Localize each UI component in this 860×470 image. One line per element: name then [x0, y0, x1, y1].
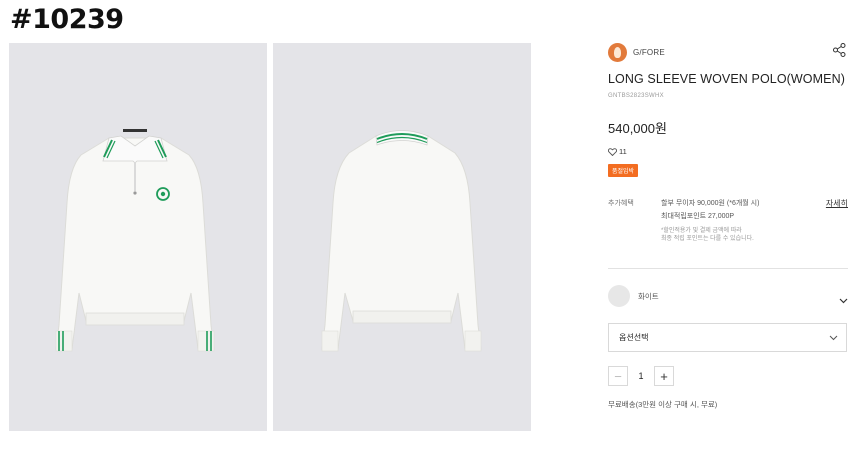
color-name: 화이트 — [638, 291, 659, 301]
color-swatch[interactable] — [608, 285, 630, 307]
like-button[interactable]: 11 — [608, 147, 848, 156]
shipping-info: 무료배송(3만원 이상 구매 시, 무료) — [608, 400, 718, 409]
product-price: 540,000원 — [608, 121, 667, 136]
option-select-label: 옵션선택 — [619, 333, 649, 342]
overlay-tag: #10239 — [10, 4, 124, 35]
share-icon[interactable] — [833, 43, 846, 62]
benefit-detail-link[interactable]: 자세히 — [826, 198, 848, 209]
jacket-front-illustration — [55, 129, 215, 352]
brand-row: G/FORE — [608, 40, 848, 64]
divider — [608, 268, 848, 269]
points-info: 최대적립포인트 27,000P — [661, 213, 735, 220]
benefit-label: 추가혜택 — [608, 200, 634, 207]
option-select[interactable]: 옵션선택 — [608, 323, 847, 352]
chevron-down-icon — [829, 334, 838, 343]
chevron-down-icon[interactable] — [839, 291, 848, 309]
quantity-stepper: − 1 + — [608, 366, 848, 386]
quantity-increase-button[interactable]: + — [654, 366, 674, 386]
status-badge: 품절임박 — [608, 164, 639, 177]
product-info-panel: G/FORE LONG SLEEVE WOVEN POLO(WOMEN) GNT… — [608, 40, 848, 410]
product-image-front[interactable] — [9, 43, 267, 431]
installment-info: 할부 무이자 90,000원 (*6개월 시) — [661, 200, 760, 207]
color-option-selector[interactable]: 화이트 — [608, 284, 848, 308]
brand-logo[interactable] — [608, 42, 627, 62]
product-image-back[interactable] — [273, 43, 531, 431]
product-title: LONG SLEEVE WOVEN POLO(WOMEN) — [608, 72, 845, 86]
heart-icon — [608, 147, 617, 156]
quantity-value[interactable]: 1 — [628, 371, 654, 381]
benefit-note-2: 최종 적립 포인트는 다를 수 있습니다. — [661, 236, 754, 242]
jacket-back-illustration — [321, 130, 482, 352]
benefit-section: 추가혜택 할부 무이자 90,000원 (*6개월 시) 최대적립포인트 27,… — [608, 198, 848, 258]
brand-name[interactable]: G/FORE — [633, 48, 665, 57]
quantity-decrease-button[interactable]: − — [608, 366, 628, 386]
product-code: GNTBS2823SWHX — [608, 93, 664, 99]
like-count: 11 — [619, 147, 627, 156]
